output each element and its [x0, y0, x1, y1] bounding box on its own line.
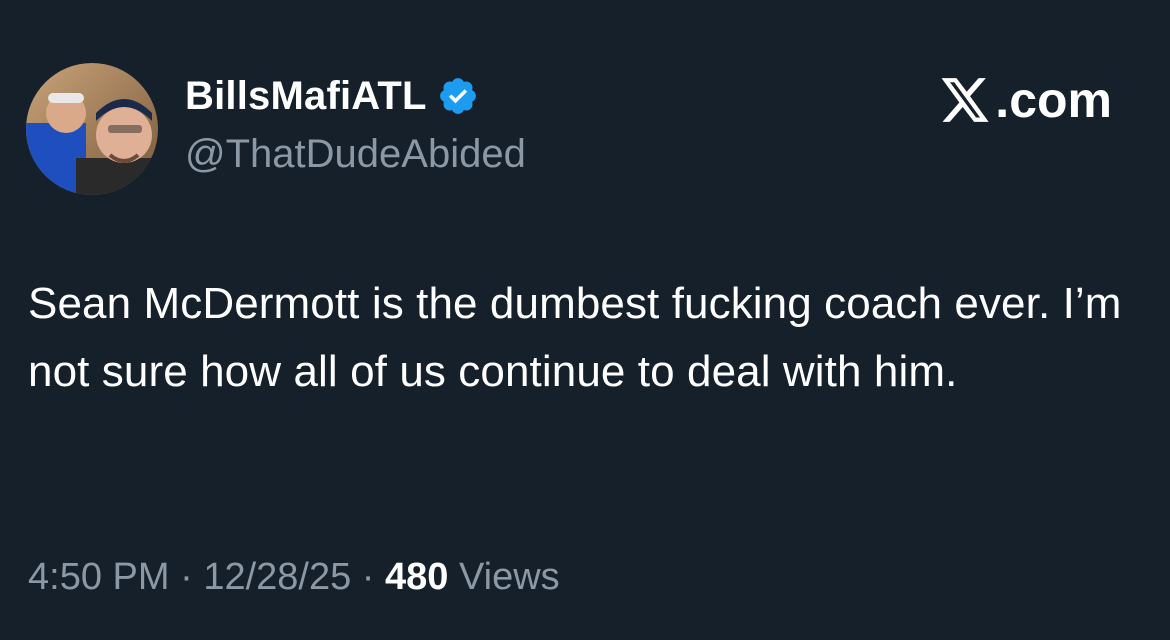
tweet-time[interactable]: 4:50 PM	[28, 556, 170, 598]
tweet-date[interactable]: 12/28/25	[203, 556, 351, 598]
x-logo-icon	[937, 76, 993, 124]
brand-label: .com	[995, 72, 1112, 128]
author-display-name[interactable]: BillsMafiATL	[185, 72, 427, 120]
brand-watermark: .com	[937, 70, 1112, 130]
verified-badge-icon	[437, 75, 479, 117]
author-handle[interactable]: @ThatDudeAbided	[185, 130, 526, 178]
meta-separator: ·	[361, 556, 375, 598]
tweet-meta: 4:50 PM · 12/28/25 · 480 Views	[28, 553, 560, 601]
meta-separator: ·	[180, 556, 193, 598]
views-count[interactable]: 480	[385, 556, 448, 598]
views-label: Views	[458, 556, 560, 598]
author-name-row[interactable]: BillsMafiATL	[185, 72, 479, 120]
avatar[interactable]	[26, 63, 158, 195]
avatar-photo-icon	[26, 63, 158, 195]
tweet-text: Sean McDermott is the dumbest fucking co…	[28, 279, 1122, 396]
